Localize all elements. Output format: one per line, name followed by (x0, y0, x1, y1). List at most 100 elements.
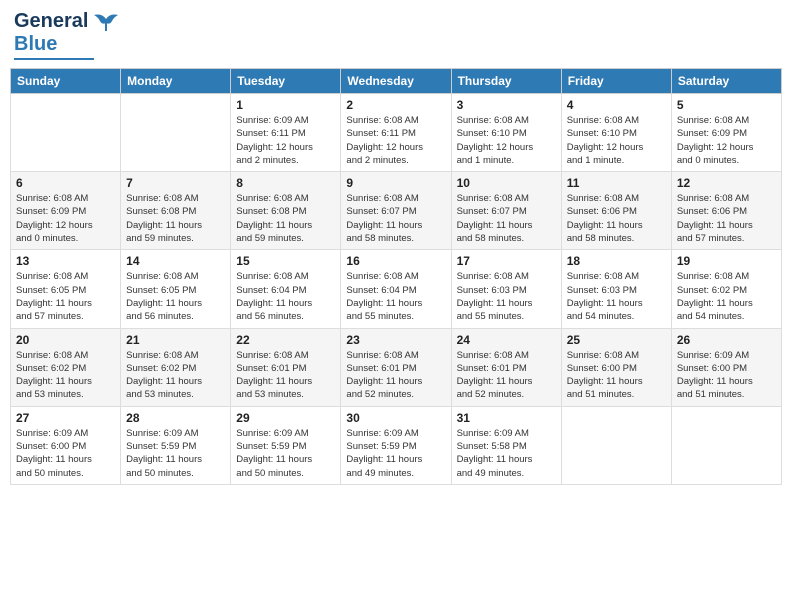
day-of-week-header: Friday (561, 69, 671, 94)
calendar-day-cell: 28 Sunrise: 6:09 AM Sunset: 5:59 PM Dayli… (121, 406, 231, 484)
day-number: 24 (457, 333, 556, 347)
day-info: Sunrise: 6:08 AM Sunset: 6:08 PM Dayligh… (126, 192, 225, 245)
day-info: Sunrise: 6:09 AM Sunset: 5:59 PM Dayligh… (346, 427, 445, 480)
calendar-day-cell: 21Sunrise: 6:08 AM Sunset: 6:02 PM Dayli… (121, 328, 231, 406)
logo-divider (14, 58, 94, 60)
day-number: 19 (677, 254, 776, 268)
day-number: 18 (567, 254, 666, 268)
day-info: Sunrise: 6:08 AM Sunset: 6:06 PM Dayligh… (567, 192, 666, 245)
day-info: Sunrise: 6:08 AM Sunset: 6:04 PM Dayligh… (346, 270, 445, 323)
calendar-day-cell: 11 Sunrise: 6:08 AM Sunset: 6:06 PM Dayli… (561, 172, 671, 250)
logo: General Blue (14, 10, 120, 60)
day-info: Sunrise: 6:08 AM Sunset: 6:01 PM Dayligh… (346, 349, 445, 402)
calendar-day-cell: 13 Sunrise: 6:08 AM Sunset: 6:05 PM Dayli… (11, 250, 121, 328)
calendar-day-cell: 4 Sunrise: 6:08 AM Sunset: 6:10 PM Daylig… (561, 94, 671, 172)
day-info: Sunrise: 6:08 AM Sunset: 6:05 PM Dayligh… (126, 270, 225, 323)
day-number: 1 (236, 98, 335, 112)
calendar-day-cell: 19Sunrise: 6:08 AM Sunset: 6:02 PM Dayli… (671, 250, 781, 328)
day-info: Sunrise: 6:08 AM Sunset: 6:00 PM Dayligh… (567, 349, 666, 402)
day-info: Sunrise: 6:08 AM Sunset: 6:07 PM Dayligh… (346, 192, 445, 245)
day-info: Sunrise: 6:08 AM Sunset: 6:05 PM Dayligh… (16, 270, 115, 323)
day-number: 11 (567, 176, 666, 190)
day-number: 22 (236, 333, 335, 347)
calendar-day-cell: 27 Sunrise: 6:09 AM Sunset: 6:00 PM Dayli… (11, 406, 121, 484)
calendar-day-cell: 8 Sunrise: 6:08 AM Sunset: 6:08 PM Daylig… (231, 172, 341, 250)
day-info: Sunrise: 6:09 AM Sunset: 6:00 PM Dayligh… (16, 427, 115, 480)
calendar-day-cell: 14 Sunrise: 6:08 AM Sunset: 6:05 PM Dayli… (121, 250, 231, 328)
day-info: Sunrise: 6:08 AM Sunset: 6:06 PM Dayligh… (677, 192, 776, 245)
day-number: 25 (567, 333, 666, 347)
day-info: Sunrise: 6:09 AM Sunset: 5:59 PM Dayligh… (236, 427, 335, 480)
calendar-day-cell: 6Sunrise: 6:08 AM Sunset: 6:09 PM Daylig… (11, 172, 121, 250)
day-number: 28 (126, 411, 225, 425)
day-number: 20 (16, 333, 115, 347)
logo-bird-icon (92, 11, 120, 33)
calendar-day-cell: 2 Sunrise: 6:08 AM Sunset: 6:11 PM Daylig… (341, 94, 451, 172)
day-info: Sunrise: 6:08 AM Sunset: 6:01 PM Dayligh… (457, 349, 556, 402)
day-number: 2 (346, 98, 445, 112)
day-of-week-header: Wednesday (341, 69, 451, 94)
day-info: Sunrise: 6:08 AM Sunset: 6:03 PM Dayligh… (457, 270, 556, 323)
day-number: 27 (16, 411, 115, 425)
calendar-day-cell: 15 Sunrise: 6:08 AM Sunset: 6:04 PM Dayli… (231, 250, 341, 328)
day-number: 26 (677, 333, 776, 347)
calendar-day-cell: 12 Sunrise: 6:08 AM Sunset: 6:06 PM Dayli… (671, 172, 781, 250)
day-number: 4 (567, 98, 666, 112)
day-info: Sunrise: 6:09 AM Sunset: 5:59 PM Dayligh… (126, 427, 225, 480)
day-number: 13 (16, 254, 115, 268)
logo-general-text: General (14, 10, 88, 33)
calendar-day-cell: 24 Sunrise: 6:08 AM Sunset: 6:01 PM Dayli… (451, 328, 561, 406)
calendar-table: SundayMondayTuesdayWednesdayThursdayFrid… (10, 68, 782, 485)
day-number: 8 (236, 176, 335, 190)
day-number: 3 (457, 98, 556, 112)
day-number: 21 (126, 333, 225, 347)
day-number: 12 (677, 176, 776, 190)
day-number: 10 (457, 176, 556, 190)
day-info: Sunrise: 6:08 AM Sunset: 6:04 PM Dayligh… (236, 270, 335, 323)
day-info: Sunrise: 6:08 AM Sunset: 6:10 PM Dayligh… (457, 114, 556, 167)
day-number: 14 (126, 254, 225, 268)
day-number: 23 (346, 333, 445, 347)
calendar-day-cell: 30 Sunrise: 6:09 AM Sunset: 5:59 PM Dayli… (341, 406, 451, 484)
day-of-week-header: Tuesday (231, 69, 341, 94)
day-number: 6 (16, 176, 115, 190)
calendar-day-cell: 20Sunrise: 6:08 AM Sunset: 6:02 PM Dayli… (11, 328, 121, 406)
day-info: Sunrise: 6:08 AM Sunset: 6:08 PM Dayligh… (236, 192, 335, 245)
day-number: 5 (677, 98, 776, 112)
calendar-header-row: SundayMondayTuesdayWednesdayThursdayFrid… (11, 69, 782, 94)
day-number: 9 (346, 176, 445, 190)
calendar-day-cell: 9 Sunrise: 6:08 AM Sunset: 6:07 PM Daylig… (341, 172, 451, 250)
calendar-day-cell: 26 Sunrise: 6:09 AM Sunset: 6:00 PM Dayli… (671, 328, 781, 406)
day-info: Sunrise: 6:09 AM Sunset: 6:11 PM Dayligh… (236, 114, 335, 167)
logo-blue-text: Blue (14, 33, 57, 56)
calendar-day-cell: 16 Sunrise: 6:08 AM Sunset: 6:04 PM Dayli… (341, 250, 451, 328)
calendar-day-cell: 10 Sunrise: 6:08 AM Sunset: 6:07 PM Dayli… (451, 172, 561, 250)
day-number: 16 (346, 254, 445, 268)
day-info: Sunrise: 6:08 AM Sunset: 6:09 PM Dayligh… (677, 114, 776, 167)
day-number: 30 (346, 411, 445, 425)
calendar-week-row: 20Sunrise: 6:08 AM Sunset: 6:02 PM Dayli… (11, 328, 782, 406)
calendar-day-cell (671, 406, 781, 484)
calendar-day-cell: 25 Sunrise: 6:08 AM Sunset: 6:00 PM Dayli… (561, 328, 671, 406)
day-number: 17 (457, 254, 556, 268)
day-of-week-header: Sunday (11, 69, 121, 94)
calendar-week-row: 1 Sunrise: 6:09 AM Sunset: 6:11 PM Daylig… (11, 94, 782, 172)
calendar-day-cell: 7Sunrise: 6:08 AM Sunset: 6:08 PM Daylig… (121, 172, 231, 250)
day-info: Sunrise: 6:08 AM Sunset: 6:03 PM Dayligh… (567, 270, 666, 323)
day-number: 15 (236, 254, 335, 268)
day-info: Sunrise: 6:08 AM Sunset: 6:10 PM Dayligh… (567, 114, 666, 167)
calendar-day-cell (11, 94, 121, 172)
calendar-week-row: 13 Sunrise: 6:08 AM Sunset: 6:05 PM Dayli… (11, 250, 782, 328)
calendar-day-cell: 5 Sunrise: 6:08 AM Sunset: 6:09 PM Daylig… (671, 94, 781, 172)
day-info: Sunrise: 6:09 AM Sunset: 6:00 PM Dayligh… (677, 349, 776, 402)
calendar-day-cell: 17 Sunrise: 6:08 AM Sunset: 6:03 PM Dayli… (451, 250, 561, 328)
calendar-day-cell: 22Sunrise: 6:08 AM Sunset: 6:01 PM Dayli… (231, 328, 341, 406)
calendar-day-cell: 18 Sunrise: 6:08 AM Sunset: 6:03 PM Dayli… (561, 250, 671, 328)
calendar-week-row: 6Sunrise: 6:08 AM Sunset: 6:09 PM Daylig… (11, 172, 782, 250)
calendar-day-cell: 31 Sunrise: 6:09 AM Sunset: 5:58 PM Dayli… (451, 406, 561, 484)
day-info: Sunrise: 6:08 AM Sunset: 6:07 PM Dayligh… (457, 192, 556, 245)
day-info: Sunrise: 6:08 AM Sunset: 6:11 PM Dayligh… (346, 114, 445, 167)
day-number: 31 (457, 411, 556, 425)
day-info: Sunrise: 6:09 AM Sunset: 5:58 PM Dayligh… (457, 427, 556, 480)
day-of-week-header: Saturday (671, 69, 781, 94)
